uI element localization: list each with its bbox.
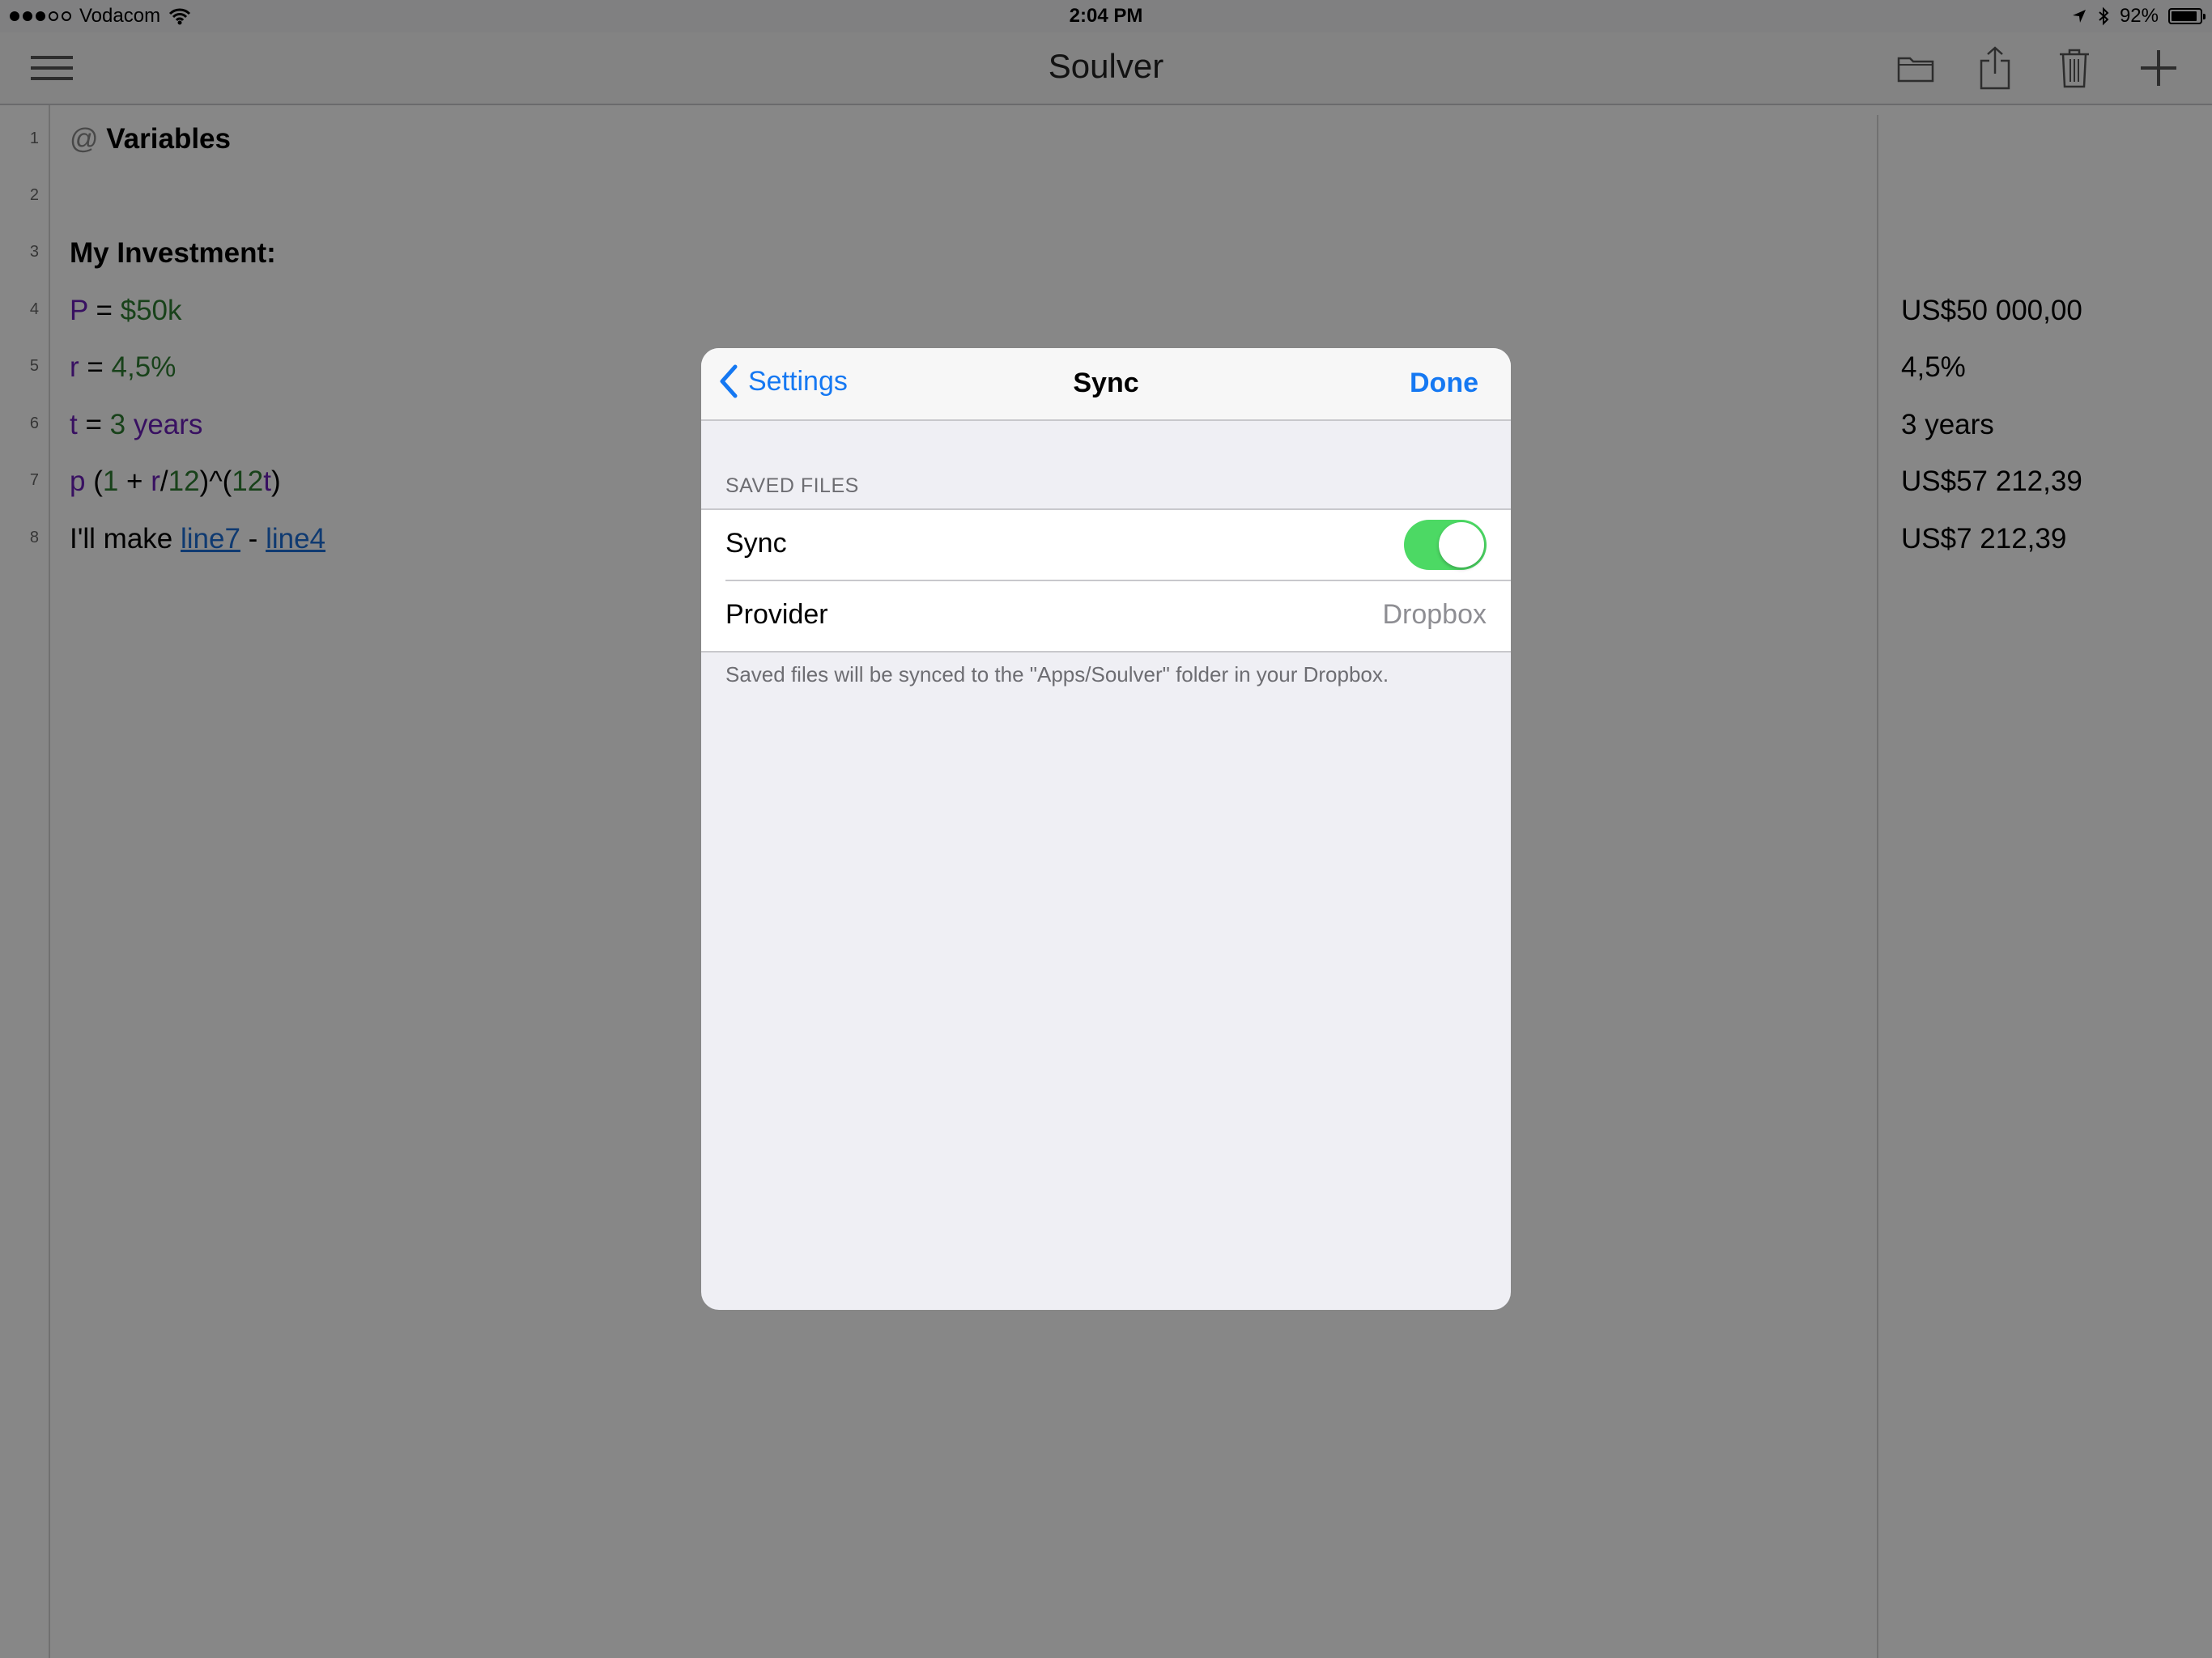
section-footer: Saved files will be synced to the "Apps/… xyxy=(725,662,1389,687)
provider-value: Dropbox xyxy=(1382,599,1487,630)
sync-settings-modal: Settings Sync Done SAVED FILES Sync Prov… xyxy=(701,348,1511,1310)
sync-label: Sync xyxy=(725,528,787,559)
section-header: SAVED FILES xyxy=(725,474,859,497)
done-button[interactable]: Done xyxy=(1410,368,1478,399)
modal-nav-bar: Settings Sync Done xyxy=(701,348,1511,421)
sync-toggle[interactable] xyxy=(1404,520,1487,570)
settings-group: Sync Provider Dropbox xyxy=(701,508,1511,653)
modal-title: Sync xyxy=(1073,368,1139,398)
provider-row[interactable]: Provider Dropbox xyxy=(725,580,1511,651)
toggle-knob xyxy=(1439,522,1484,568)
sync-row: Sync xyxy=(701,510,1511,580)
provider-label: Provider xyxy=(725,599,828,630)
